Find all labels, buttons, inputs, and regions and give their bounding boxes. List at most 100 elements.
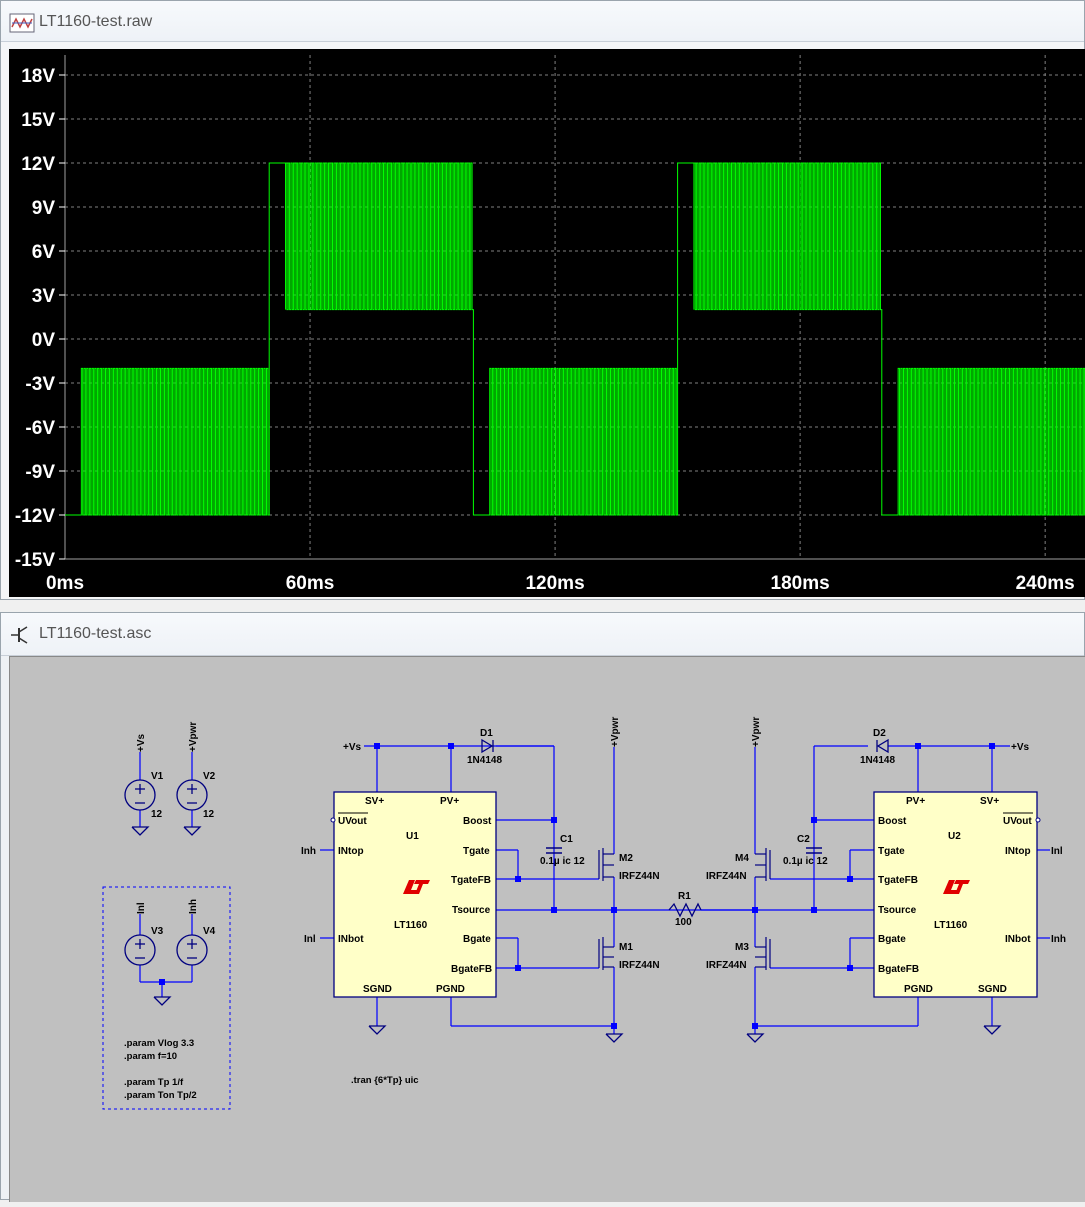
m3-value: IRFZ44N: [706, 960, 747, 971]
y-tick-label: 0V: [32, 330, 56, 351]
mosfet-m1[interactable]: [598, 937, 614, 970]
u1-pin-svp: SV+: [365, 796, 384, 807]
m4-value: IRFZ44N: [706, 871, 747, 882]
schematic-canvas[interactable]: +Vs +Vpwr Inl Inh V1 12 V2 12 V3 V4 .par…: [9, 656, 1085, 1202]
waveform-chart[interactable]: 18V 15V 12V 9V 6V 3V 0V -3V -6V -9V -12V -15V0ms 60m…: [9, 49, 1085, 597]
source-v2-name: V2: [203, 771, 216, 782]
net-label-inl-right: Inl: [1051, 846, 1063, 857]
u1-pin-boost: Boost: [463, 816, 492, 827]
u1-pin-bgatefb: BgateFB: [451, 964, 492, 975]
voltage-sources: [124, 779, 208, 966]
waveform-window-title: LT1160-test.raw: [39, 13, 153, 30]
m3-name: M3: [735, 942, 749, 953]
u1-pin-tgate: Tgate: [463, 846, 490, 857]
u1-pin-pvp: PV+: [440, 796, 459, 807]
directive-tran: .tran {6*Tp} uic: [351, 1075, 419, 1086]
u1-pin-intop: INtop: [338, 846, 364, 857]
u2-part: LT1160: [934, 920, 968, 931]
u2-pin-sgnd: SGND: [978, 984, 1007, 995]
x-tick-label: 120ms: [525, 573, 584, 594]
x-tick-label: 180ms: [771, 573, 830, 594]
u1-pin-tgatefb: TgateFB: [451, 875, 491, 886]
u2-name: U2: [948, 831, 961, 842]
c2-value: 0.1µ ic 12: [783, 856, 828, 867]
u1-pin-bgate: Bgate: [463, 934, 491, 945]
directive-param-tp: .param Tp 1/f: [124, 1077, 184, 1088]
r1-value: 100: [675, 917, 692, 928]
u1-pin-pgnd: PGND: [436, 984, 465, 995]
u2-pin-tgatefb: TgateFB: [878, 875, 918, 886]
u2-pin-pvp: PV+: [906, 796, 925, 807]
u2-pin-inbot: INbot: [1005, 934, 1031, 945]
net-label-vpwr-left: +Vpwr: [610, 717, 621, 747]
u1-pin-inbot: INbot: [338, 934, 364, 945]
x-tick-label: 0ms: [46, 573, 84, 594]
u2-pin-bgatefb: BgateFB: [878, 964, 919, 975]
mosfet-m3[interactable]: [755, 937, 771, 970]
u2-pin-svp: SV+: [980, 796, 999, 807]
y-tick-label: 15V: [21, 110, 55, 131]
schematic-drawing[interactable]: +Vs +Vpwr Inl Inh V1 12 V2 12 V3 V4 .par…: [10, 657, 1085, 1202]
y-tick-label: 6V: [32, 242, 56, 263]
d2-name: D2: [873, 728, 886, 739]
schematic-window-titlebar[interactable]: LT1160-test.asc: [1, 613, 1084, 656]
source-v4-name: V4: [203, 926, 216, 937]
net-label-vs-v1: +Vs: [136, 733, 147, 752]
waveform-window[interactable]: LT1160-test.raw 18V 15V 12V 9V 6V 3V 0V -3V -6V -…: [0, 0, 1085, 600]
mosfet-m4[interactable]: [755, 848, 771, 881]
u2-pin-tgate: Tgate: [878, 846, 905, 857]
net-label-vs-left: +Vs: [343, 742, 362, 753]
transistor-icon: [11, 626, 28, 644]
net-label-inl-left: Inl: [304, 934, 316, 945]
net-label-vpwr-right: +Vpwr: [751, 717, 762, 747]
net-label-inh-right: Inh: [1051, 934, 1066, 945]
junction-dots: [159, 743, 995, 1029]
directive-param-vlog: .param Vlog 3.3: [124, 1038, 194, 1049]
u2-pin-boost: Boost: [878, 816, 907, 827]
y-tick-label: 9V: [32, 198, 56, 219]
u2-pin-pgnd: PGND: [904, 984, 933, 995]
u2-uvout-pin: [1035, 817, 1041, 823]
m1-name: M1: [619, 942, 633, 953]
c1-value: 0.1µ ic 12: [540, 856, 585, 867]
net-label-inl-v3: Inl: [136, 902, 147, 914]
r1-name: R1: [678, 891, 691, 902]
directive-param-ton: .param Ton Tp/2: [124, 1090, 197, 1101]
diode-d2[interactable]: [876, 738, 889, 754]
param-group-box: [102, 886, 231, 1110]
net-label-vs-right: +Vs: [1011, 742, 1030, 753]
c1-name: C1: [560, 834, 573, 845]
u1-pin-uvout: UVout: [338, 816, 367, 827]
source-v3-name: V3: [151, 926, 164, 937]
schematic-window[interactable]: LT1160-test.asc +Vs +Vpwr Inl Inh V1 12 …: [0, 612, 1085, 1202]
source-v1-name: V1: [151, 771, 164, 782]
u2-pin-tsource: Tsource: [878, 905, 917, 916]
y-tick-label: -3V: [25, 374, 55, 395]
u2-pin-bgate: Bgate: [878, 934, 906, 945]
c2-name: C2: [797, 834, 810, 845]
y-tick-label: 18V: [21, 66, 55, 87]
u2-pin-intop: INtop: [1005, 846, 1031, 857]
waveform-viewer-icon: [9, 13, 35, 33]
y-tick-label: -12V: [15, 506, 55, 527]
waveform-window-titlebar[interactable]: LT1160-test.raw: [1, 1, 1084, 42]
directive-param-f: .param f=10: [124, 1051, 177, 1062]
m1-value: IRFZ44N: [619, 960, 660, 971]
source-v1-value: 12: [151, 809, 163, 820]
u1-name: U1: [406, 831, 419, 842]
u1-pin-sgnd: SGND: [363, 984, 392, 995]
plot-area[interactable]: 18V 15V 12V 9V 6V 3V 0V -3V -6V -9V -12V -15V 0ms 60m…: [9, 49, 1085, 597]
net-label-vpwr-v2: +Vpwr: [188, 722, 199, 752]
x-tick-label: 60ms: [286, 573, 335, 594]
u1-uvout-pin: [330, 817, 336, 823]
y-tick-label: 3V: [32, 286, 56, 307]
u1-pin-tsource: Tsource: [452, 905, 491, 916]
d1-value: 1N4148: [467, 755, 502, 766]
source-v2-value: 12: [203, 809, 215, 820]
d1-name: D1: [480, 728, 493, 739]
net-label-inh-v4: Inh: [188, 899, 199, 914]
net-label-inh-left: Inh: [301, 846, 316, 857]
m4-name: M4: [735, 853, 749, 864]
mosfet-m2[interactable]: [598, 848, 614, 881]
y-tick-label: -6V: [25, 418, 55, 439]
